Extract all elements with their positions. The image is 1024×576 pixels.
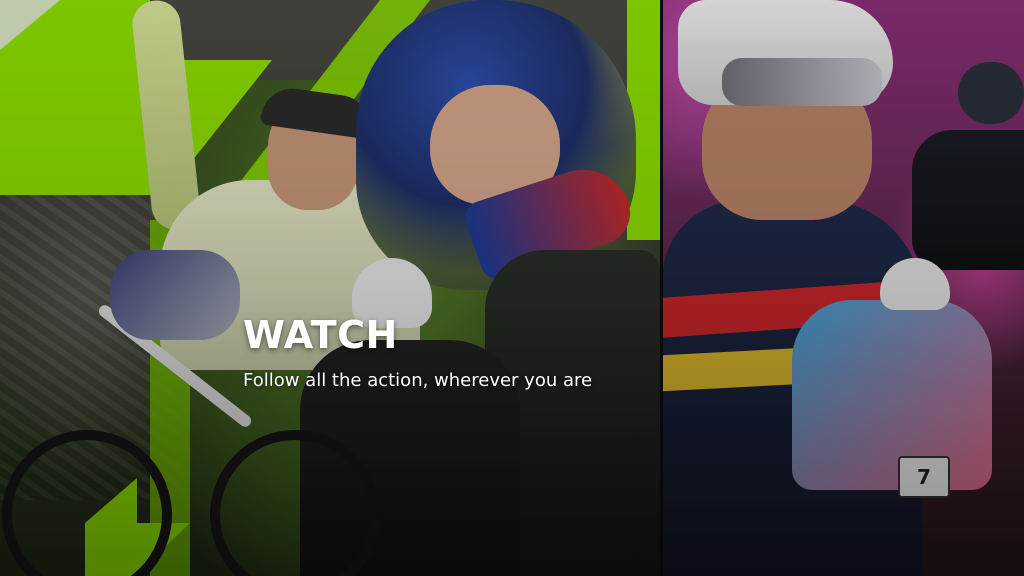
rider-on-bike — [110, 250, 240, 340]
panel-divider — [660, 0, 663, 576]
sport-sunglasses — [722, 58, 882, 106]
hero-title: WATCH — [243, 313, 398, 357]
right-race-image: 7 — [662, 0, 1024, 576]
watch-hero-card[interactable]: 7 WATCH Follow all the action, wherever … — [0, 0, 1024, 576]
race-number-plate: 7 — [898, 456, 950, 498]
rider-rainbow-jersey — [792, 300, 992, 490]
left-collage-image — [0, 0, 662, 576]
hero-subtitle: Follow all the action, wherever you are — [243, 370, 593, 391]
rider-background-helmet — [958, 62, 1024, 124]
rider-background-body — [912, 130, 1024, 270]
hero-text-block: WATCH Follow all the action, wherever yo… — [243, 312, 623, 393]
